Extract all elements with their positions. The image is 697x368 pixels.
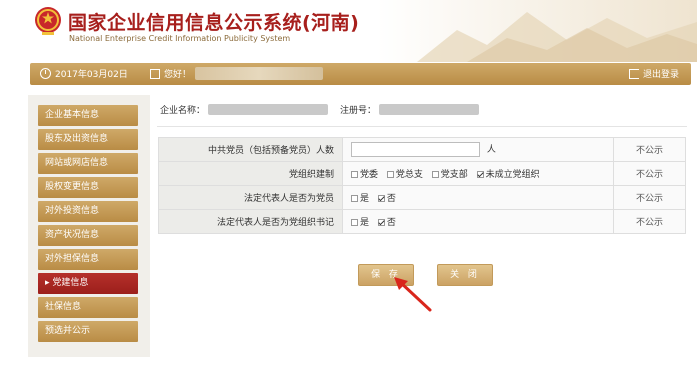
- member-count-unit: 人: [486, 145, 496, 155]
- publicity-status: 不公示: [613, 161, 686, 186]
- annotation-arrow-icon: [394, 277, 432, 312]
- sidebar-item-basic-info[interactable]: 企业基本信息: [38, 105, 138, 126]
- form-row-member-count: 中共党员（包括预备党员）人数 人 不公示: [158, 137, 686, 162]
- option-party-committee[interactable]: 党委: [351, 170, 378, 180]
- form-row-rep-member: 法定代表人是否为党员 是 否 不公示: [158, 185, 686, 210]
- option-no[interactable]: 否: [377, 218, 396, 228]
- reg-number-label: 注册号：: [340, 106, 377, 116]
- option-no[interactable]: 否: [377, 194, 396, 204]
- org-structure-label: 党组织建制: [158, 161, 343, 186]
- sidebar-item-assets[interactable]: 资产状况信息: [38, 225, 138, 246]
- header-decoration: [377, 0, 697, 62]
- date-display: 2017年03月02日: [40, 67, 128, 80]
- top-bar: 2017年03月02日 您好！ 退出登录: [30, 63, 691, 85]
- publicity-status: 不公示: [613, 185, 686, 210]
- checkbox-icon: [351, 195, 358, 202]
- site-header: 国家企业信用信息公示系统(河南) National Enterprise Cre…: [0, 0, 697, 62]
- party-info-form: 中共党员（包括预备党员）人数 人 不公示 党组织建制 党委 党总支 党支部 未成…: [158, 137, 686, 234]
- org-structure-options: 党委 党总支 党支部 未成立党组织: [342, 161, 614, 186]
- publicity-status: 不公示: [613, 137, 686, 162]
- user-greeting: 您好！: [150, 67, 324, 80]
- option-branch[interactable]: 党支部: [431, 170, 468, 180]
- sidebar-item-shareholders[interactable]: 股东及出资信息: [38, 129, 138, 150]
- sidebar-item-social-security[interactable]: 社保信息: [38, 297, 138, 318]
- clock-icon: [40, 68, 51, 79]
- sidebar-item-party-building[interactable]: ▸ 党建信息: [38, 273, 138, 294]
- reg-number-line: 注册号：: [340, 103, 480, 116]
- form-row-rep-secretary: 法定代表人是否为党组织书记 是 否 不公示: [158, 209, 686, 234]
- sidebar: 企业基本信息 股东及出资信息 网站或网店信息 股权变更信息 对外投资信息 资产状…: [28, 95, 150, 357]
- national-emblem-icon: [35, 7, 61, 35]
- checkbox-icon: [386, 171, 394, 178]
- option-yes[interactable]: 是: [351, 218, 369, 228]
- checkbox-icon: [351, 171, 358, 178]
- rep-secretary-label: 法定代表人是否为党组织书记: [158, 209, 343, 234]
- checkbox-icon: [351, 219, 358, 226]
- sidebar-item-website[interactable]: 网站或网店信息: [38, 153, 138, 174]
- redacted-company-name: [208, 104, 329, 115]
- sidebar-item-guarantee[interactable]: 对外担保信息: [38, 249, 138, 270]
- divider: [157, 126, 687, 127]
- redacted-username: [195, 67, 324, 80]
- rep-member-options: 是 否: [342, 185, 614, 210]
- logout-icon: [628, 68, 639, 79]
- site-subtitle: National Enterprise Credit Information P…: [69, 34, 291, 43]
- rep-member-label: 法定代表人是否为党员: [158, 185, 343, 210]
- sidebar-item-preselect[interactable]: 预选并公示: [38, 321, 138, 342]
- rep-secretary-options: 是 否: [342, 209, 614, 234]
- date-text: 2017年03月02日: [55, 70, 128, 80]
- user-icon: [150, 68, 160, 79]
- option-general-branch[interactable]: 党总支: [386, 170, 423, 180]
- checkbox-checked-icon: [377, 195, 385, 202]
- site-title: 国家企业信用信息公示系统(河南): [68, 12, 360, 34]
- logout-label: 退出登录: [642, 70, 679, 80]
- close-button[interactable]: 关 闭: [437, 264, 493, 286]
- checkbox-icon: [431, 171, 439, 178]
- company-name-line: 企业名称：: [160, 103, 329, 116]
- company-name-label: 企业名称：: [160, 106, 206, 116]
- sidebar-item-equity-change[interactable]: 股权变更信息: [38, 177, 138, 198]
- form-row-org-structure: 党组织建制 党委 党总支 党支部 未成立党组织 不公示: [158, 161, 686, 186]
- greeting-text: 您好！: [164, 70, 192, 80]
- member-count-label: 中共党员（包括预备党员）人数: [158, 137, 343, 162]
- option-not-established[interactable]: 未成立党组织: [476, 170, 540, 180]
- checkbox-checked-icon: [476, 171, 484, 178]
- member-count-cell: 人: [342, 137, 614, 162]
- member-count-input[interactable]: [351, 142, 480, 157]
- publicity-status: 不公示: [613, 209, 686, 234]
- sidebar-item-investment[interactable]: 对外投资信息: [38, 201, 138, 222]
- redacted-reg-number: [379, 104, 480, 115]
- option-yes[interactable]: 是: [351, 194, 369, 204]
- logout-link[interactable]: 退出登录: [628, 67, 679, 80]
- checkbox-checked-icon: [377, 219, 385, 226]
